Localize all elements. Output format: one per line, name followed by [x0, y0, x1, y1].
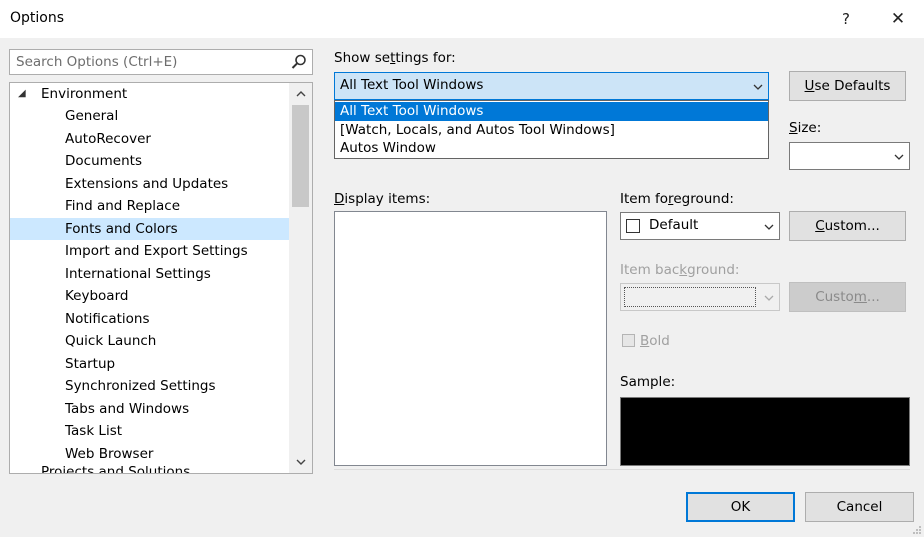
- tree-item[interactable]: AutoRecover: [10, 128, 289, 150]
- resize-grip-icon[interactable]: [912, 525, 922, 535]
- sample-label: Sample:: [620, 374, 676, 390]
- show-settings-dropdown[interactable]: All Text Tool Windows [Watch, Locals, an…: [334, 100, 769, 159]
- tree-item-label: Environment: [41, 86, 128, 102]
- tree-scrollbar[interactable]: [289, 83, 312, 473]
- tree-item-label: Web Browser: [65, 445, 154, 462]
- focus-rect: [624, 287, 756, 307]
- chevron-down-icon: [753, 84, 763, 90]
- tree-item[interactable]: Documents: [10, 150, 289, 172]
- chevron-down-icon: [894, 154, 904, 160]
- tree-item[interactable]: Keyboard: [10, 285, 289, 307]
- scroll-thumb[interactable]: [292, 105, 309, 207]
- tree-item-label: General: [65, 108, 119, 124]
- scroll-up-icon[interactable]: [289, 85, 312, 103]
- ok-button[interactable]: OK: [686, 492, 795, 522]
- show-settings-value: All Text Tool Windows: [340, 77, 484, 93]
- tree-item[interactable]: Import and Export Settings: [10, 240, 289, 262]
- close-button[interactable]: ✕: [878, 4, 918, 34]
- size-label: Size:: [789, 120, 822, 136]
- search-input[interactable]: [10, 50, 286, 74]
- display-items-label: Display items:: [334, 191, 431, 207]
- display-items-list[interactable]: [334, 211, 607, 466]
- tree-item[interactable]: Find and Replace: [10, 195, 289, 217]
- item-foreground-label: Item foreground:: [620, 191, 734, 207]
- bold-label: Bold: [640, 333, 670, 349]
- color-swatch: [626, 219, 640, 233]
- tree-item[interactable]: Tabs and Windows: [10, 398, 289, 420]
- tree-item-label: Import and Export Settings: [65, 243, 248, 259]
- search-box[interactable]: [9, 49, 313, 75]
- dropdown-option[interactable]: Autos Window: [335, 139, 768, 158]
- background-custom-button[interactable]: Custom...: [789, 282, 906, 312]
- tree-item-label: Startup: [65, 355, 116, 372]
- tree-item[interactable]: Startup: [10, 353, 289, 375]
- item-background-select[interactable]: [620, 283, 780, 311]
- tree-item-label: Quick Launch: [65, 333, 157, 349]
- tree-item-label: Notifications: [65, 310, 150, 327]
- tree-item-partial[interactable]: Projects and Solutions: [41, 464, 190, 473]
- dropdown-option[interactable]: All Text Tool Windows: [335, 102, 768, 121]
- tree-item-label: Find and Replace: [65, 198, 181, 214]
- tree-item[interactable]: Synchronized Settings: [10, 375, 289, 397]
- show-settings-select[interactable]: All Text Tool Windows: [334, 72, 769, 100]
- tree-item-label: Synchronized Settings: [65, 378, 216, 394]
- use-defaults-button[interactable]: Use Defaults: [789, 71, 906, 101]
- tree-item[interactable]: Extensions and Updates: [10, 173, 289, 195]
- tree-item[interactable]: Task List: [10, 420, 289, 442]
- tree-item-label: Task List: [65, 423, 123, 439]
- chevron-down-icon: [764, 224, 774, 230]
- title-bar: [0, 0, 924, 38]
- dropdown-option[interactable]: [Watch, Locals, and Autos Tool Windows]: [335, 121, 768, 140]
- bold-checkbox[interactable]: [622, 334, 635, 347]
- foreground-custom-button[interactable]: Custom...: [789, 211, 906, 241]
- tree-item[interactable]: Notifications: [10, 308, 289, 330]
- item-foreground-select[interactable]: Default: [620, 212, 780, 240]
- tree-item-label: Extensions and Updates: [65, 175, 229, 192]
- sample-preview: [620, 397, 910, 466]
- tree-item[interactable]: International Settings: [10, 263, 289, 285]
- cancel-button[interactable]: Cancel: [805, 492, 914, 522]
- chevron-down-icon: [764, 295, 774, 301]
- search-icon[interactable]: [290, 53, 308, 71]
- size-select[interactable]: [789, 142, 910, 170]
- tree-item-label: Documents: [65, 153, 142, 169]
- show-settings-label: Show settings for:: [334, 50, 456, 66]
- tree-item-label: Tabs and Windows: [65, 400, 190, 417]
- collapse-arrow-icon[interactable]: ◢: [18, 83, 26, 105]
- options-tree[interactable]: ◢ Environment General AutoRecover Document…: [9, 82, 313, 474]
- item-background-label: Item background:: [620, 262, 740, 278]
- tree-item-label: AutoRecover: [65, 130, 151, 147]
- help-button[interactable]: ?: [826, 4, 866, 34]
- tree-item[interactable]: Fonts and Colors: [10, 217, 289, 240]
- tree-item[interactable]: Quick Launch: [10, 330, 289, 352]
- tree-item[interactable]: General: [10, 105, 289, 127]
- window-title: Options: [10, 10, 65, 26]
- tree-item-label: Keyboard: [65, 288, 129, 304]
- tree-item-environment[interactable]: ◢ Environment: [10, 83, 289, 105]
- scroll-down-icon[interactable]: [289, 453, 312, 471]
- divider: [334, 469, 910, 470]
- tree-item-label: International Settings: [65, 265, 211, 282]
- tree-item-label: Fonts and Colors: [65, 220, 178, 237]
- tree-item[interactable]: Web Browser: [10, 443, 289, 465]
